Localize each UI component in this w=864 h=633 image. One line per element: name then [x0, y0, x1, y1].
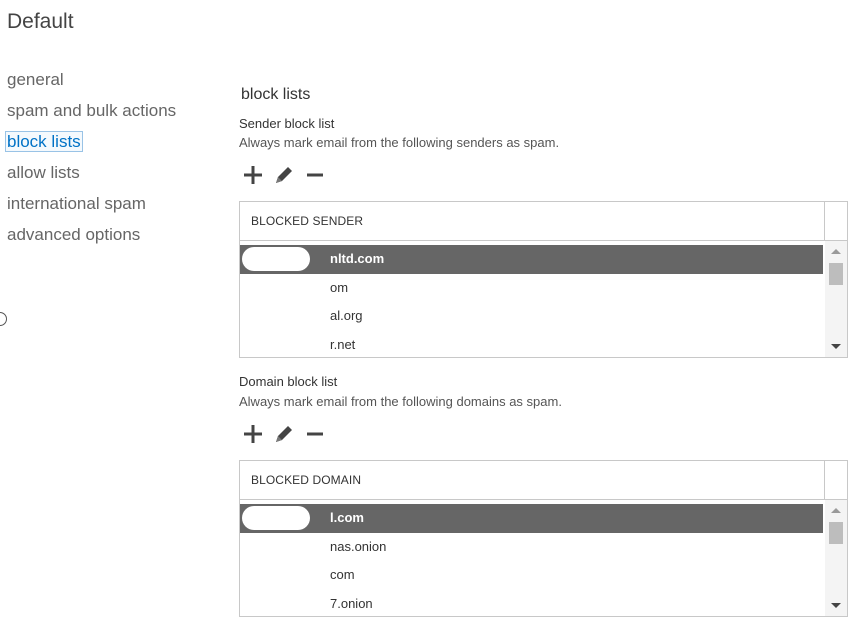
table-row[interactable]: om	[240, 274, 823, 303]
plus-icon	[244, 425, 262, 443]
remove-domain-button[interactable]	[303, 423, 327, 445]
add-domain-button[interactable]	[241, 423, 265, 445]
row-value: om	[330, 279, 349, 295]
redaction-mask	[242, 506, 310, 530]
row-value: nas.onion	[330, 538, 387, 554]
scroll-down-icon[interactable]	[831, 603, 841, 608]
row-value: r.net	[330, 336, 356, 352]
nav-item-label: general	[7, 70, 64, 89]
nav-item-label: allow lists	[7, 163, 80, 182]
table-row[interactable]: l.com	[240, 504, 823, 533]
minus-icon	[307, 173, 323, 177]
table-row[interactable]: r.net	[240, 331, 823, 358]
table-row[interactable]: nas.onion	[240, 533, 823, 562]
row-value: al.org	[330, 308, 363, 323]
remove-sender-button[interactable]	[303, 164, 327, 186]
redaction-mask	[242, 247, 310, 271]
nav-item-international-spam[interactable]: international spam	[6, 192, 177, 223]
domain-scrollbar[interactable]	[825, 500, 847, 616]
redaction-mask	[242, 563, 310, 587]
block-lists-panel: block lists Sender block list Always mar…	[239, 0, 849, 633]
edit-domain-button[interactable]	[272, 423, 296, 445]
sender-block-list-label: Sender block list	[239, 116, 335, 131]
scroll-thumb[interactable]	[829, 522, 843, 544]
add-sender-button[interactable]	[241, 164, 265, 186]
minus-icon	[307, 432, 323, 436]
redaction-mask	[242, 304, 310, 328]
nav-item-spam-and-bulk-actions[interactable]: spam and bulk actions	[6, 99, 177, 130]
nav-item-advanced-options[interactable]: advanced options	[6, 223, 177, 254]
domain-toolbar	[241, 423, 334, 445]
scroll-up-icon[interactable]	[831, 249, 841, 254]
nav-item-label: advanced options	[7, 225, 141, 244]
sender-toolbar	[241, 164, 334, 186]
section-title: block lists	[241, 86, 311, 103]
nav-item-general[interactable]: general	[6, 68, 177, 99]
row-value: 7.onion	[330, 595, 373, 611]
redaction-mask	[242, 275, 310, 300]
table-row[interactable]: com	[240, 561, 823, 590]
column-divider	[824, 461, 825, 499]
settings-nav: general spam and bulk actions block list…	[5, 68, 177, 254]
page-title: Default	[7, 10, 74, 33]
redaction-mask	[242, 534, 310, 559]
table-row[interactable]: nltd.com	[240, 245, 823, 274]
partial-circle-icon	[0, 312, 7, 326]
plus-icon	[244, 166, 262, 184]
domain-block-list-description: Always mark email from the following dom…	[239, 394, 562, 409]
table-row[interactable]: al.org	[240, 302, 823, 331]
scroll-up-icon[interactable]	[831, 508, 841, 513]
column-header-blocked-sender[interactable]: BLOCKED SENDER	[251, 214, 363, 228]
column-header-blocked-domain[interactable]: BLOCKED DOMAIN	[251, 473, 361, 487]
pencil-icon	[276, 167, 292, 183]
nav-item-allow-lists[interactable]: allow lists	[6, 161, 177, 192]
blocked-sender-rows: nltd.com om al.org r.net	[240, 245, 823, 358]
nav-item-label: spam and bulk actions	[7, 101, 177, 120]
sender-block-list-description: Always mark email from the following sen…	[239, 135, 560, 150]
table-row[interactable]: 7.onion	[240, 590, 823, 617]
scroll-thumb[interactable]	[829, 263, 843, 285]
grid-header: BLOCKED DOMAIN	[240, 461, 847, 500]
edit-sender-button[interactable]	[272, 164, 296, 186]
pencil-icon	[276, 426, 292, 442]
row-value: nltd.com	[330, 251, 385, 266]
row-value: com	[330, 567, 355, 582]
column-divider	[824, 202, 825, 240]
blocked-domain-rows: l.com nas.onion com 7.onion	[240, 504, 823, 617]
nav-item-label: block lists	[5, 131, 83, 152]
domain-block-list-label: Domain block list	[239, 374, 338, 389]
nav-item-block-lists[interactable]: block lists	[5, 130, 177, 161]
nav-item-label: international spam	[7, 194, 146, 213]
grid-header: BLOCKED SENDER	[240, 202, 847, 241]
blocked-domain-grid: BLOCKED DOMAIN l.com nas.onion com 7.oni…	[239, 460, 848, 617]
sender-scrollbar[interactable]	[825, 241, 847, 357]
row-value: l.com	[330, 510, 364, 525]
scroll-down-icon[interactable]	[831, 344, 841, 349]
blocked-sender-grid: BLOCKED SENDER nltd.com om al.org r.net	[239, 201, 848, 358]
redaction-mask	[242, 591, 310, 616]
redaction-mask	[242, 332, 310, 357]
